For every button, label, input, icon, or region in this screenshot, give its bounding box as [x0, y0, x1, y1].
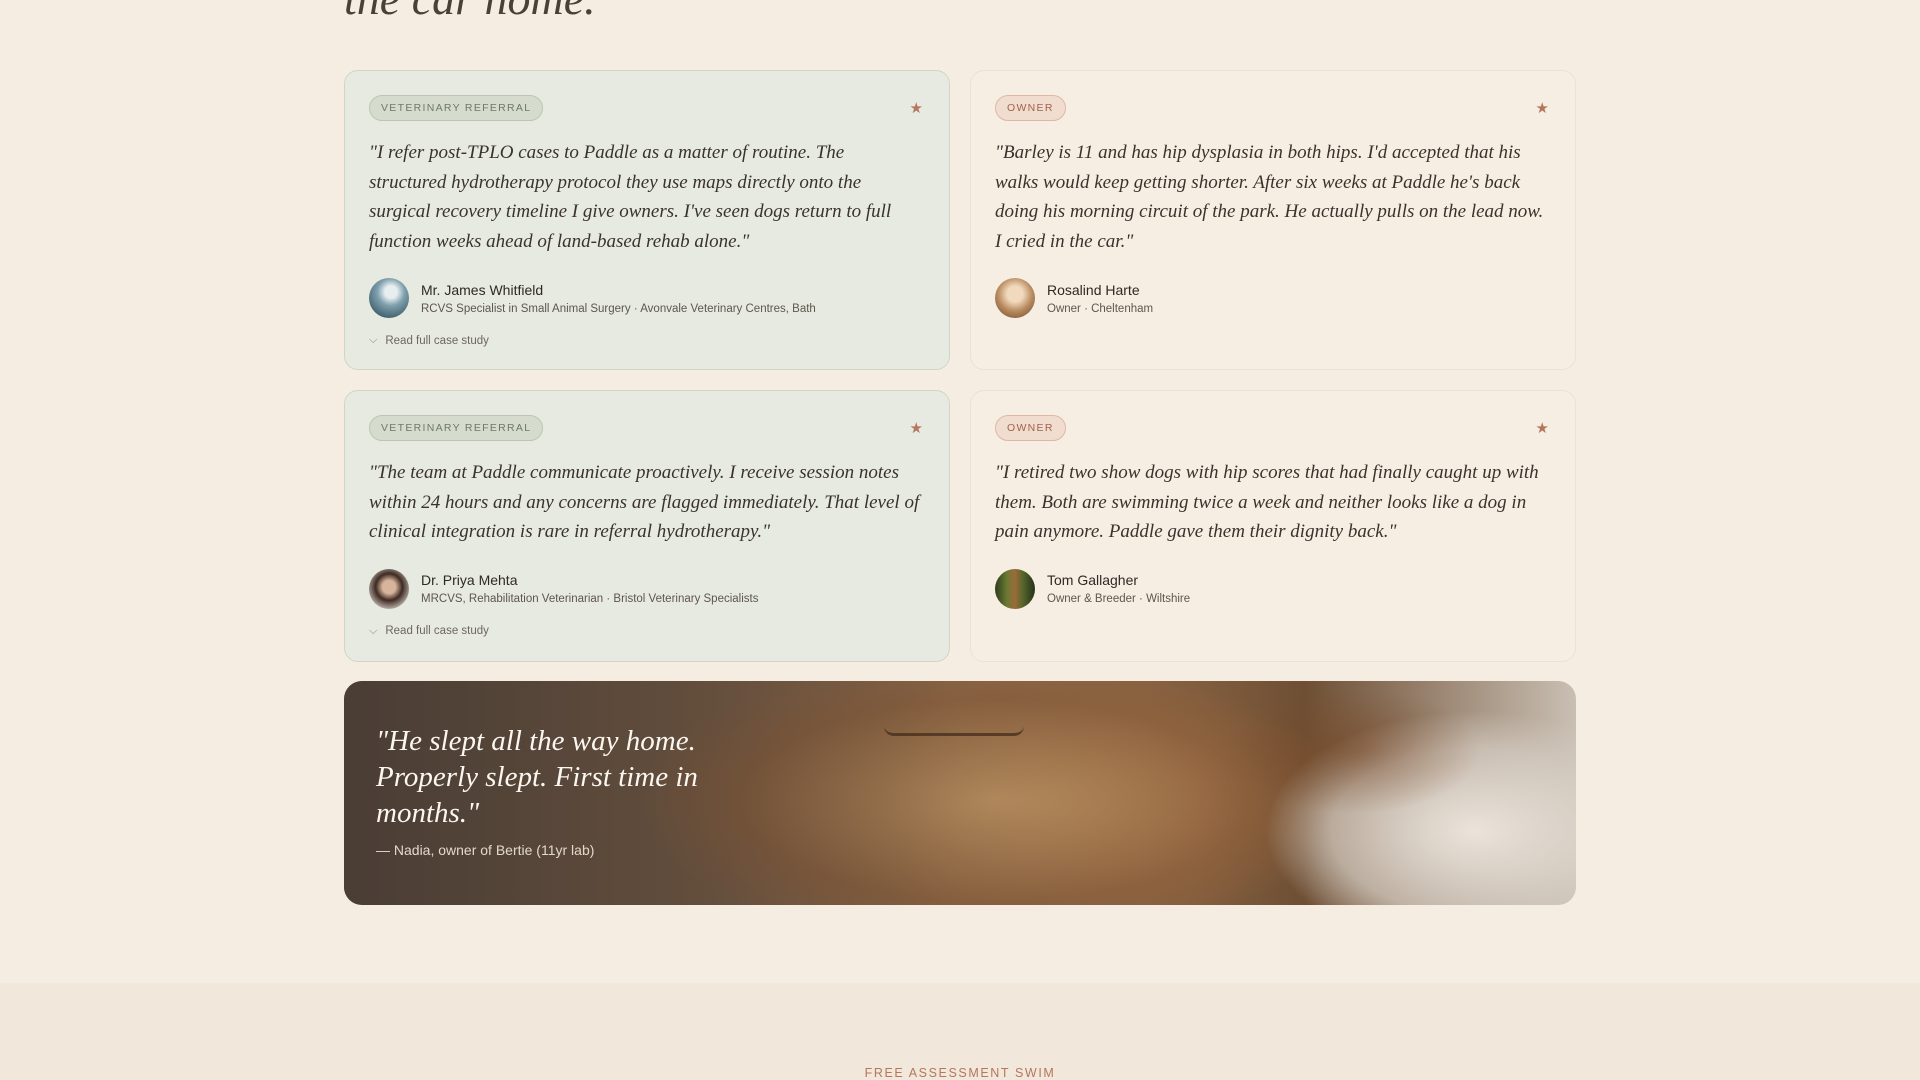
hero-quote-banner: "He slept all the way home. Properly sle… — [344, 681, 1576, 905]
avatar — [995, 278, 1035, 318]
testimonial-quote: "I retired two show dogs with hip scores… — [995, 462, 1539, 542]
author-block: Dr. Priya Mehta MRCVS, Rehabilitation Ve… — [369, 568, 925, 609]
testimonial-card-owner-gallagher: OWNER ★ "I retired two show dogs with hi… — [970, 390, 1576, 662]
testimonial-quote: "The team at Paddle communicate proactiv… — [369, 462, 920, 542]
author-name: Rosalind Harte — [1047, 281, 1140, 298]
author-role: Owner · Cheltenham — [1047, 302, 1154, 315]
star-icon: ★ — [909, 419, 923, 437]
testimonial-card-vet-whitfield: VETERINARY REFERRAL ★ "I refer post-TPLO… — [344, 70, 950, 370]
read-case-study-label: Read full case study — [385, 334, 489, 347]
hero-attribution: — Nadia, owner of Bertie (11yr lab) — [376, 842, 595, 858]
read-case-study-link[interactable]: ⌵ Read full case study — [369, 625, 925, 638]
testimonial-card-owner-harte: OWNER ★ "Barley is 11 and has hip dyspla… — [970, 70, 1576, 370]
author-name: Dr. Priya Mehta — [421, 572, 518, 588]
read-case-study-link[interactable]: ⌵ Read full case study — [369, 334, 925, 347]
chevron-down-icon: ⌵ — [369, 334, 378, 346]
testimonial-quote: "Barley is 11 and has hip dysplasia in b… — [995, 142, 1544, 252]
chevron-down-icon: ⌵ — [369, 624, 378, 637]
author-block: Rosalind Harte Owner · Cheltenham — [995, 278, 1551, 318]
category-badge: VETERINARY REFERRAL — [369, 95, 544, 121]
section-heading: the car home. — [344, 0, 596, 25]
star-icon: ★ — [909, 99, 923, 117]
author-name: Mr. James Whitfield — [421, 281, 544, 298]
category-badge: VETERINARY REFERRAL — [369, 415, 544, 441]
category-badge: OWNER — [995, 95, 1066, 121]
star-icon: ★ — [1535, 99, 1549, 117]
author-block: Mr. James Whitfield RCVS Specialist in S… — [369, 278, 925, 318]
star-icon: ★ — [1535, 419, 1549, 437]
author-block: Tom Gallagher Owner & Breeder · Wiltshir… — [995, 568, 1551, 609]
avatar — [369, 568, 409, 609]
author-role: MRCVS, Rehabilitation Veterinarian · Bri… — [421, 593, 759, 605]
author-role: Owner & Breeder · Wiltshire — [1047, 593, 1191, 605]
testimonial-card-vet-mehta: VETERINARY REFERRAL ★ "The team at Paddl… — [344, 390, 950, 662]
avatar — [369, 278, 409, 318]
hero-quote-text: "He slept all the way home. Properly sle… — [376, 725, 698, 829]
category-badge: OWNER — [995, 415, 1066, 441]
author-role: RCVS Specialist in Small Animal Surgery … — [421, 302, 816, 315]
read-case-study-label: Read full case study — [385, 625, 489, 637]
author-name: Tom Gallagher — [1047, 572, 1139, 588]
section-eyebrow: FREE ASSESSMENT SWIM — [864, 1066, 1056, 1080]
avatar — [995, 568, 1035, 609]
testimonial-quote: "I refer post-TPLO cases to Paddle as a … — [369, 142, 892, 252]
